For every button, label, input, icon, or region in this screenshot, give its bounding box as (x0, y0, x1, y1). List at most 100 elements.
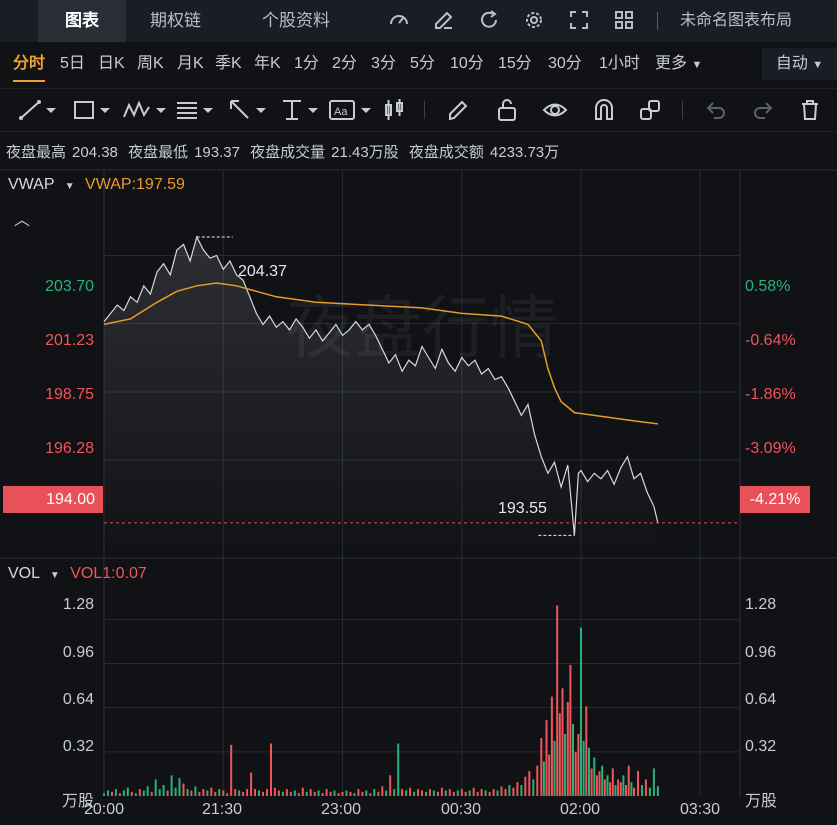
min-price-label: 193.55 (498, 500, 547, 517)
volume-bar (238, 790, 241, 796)
volume-bar (444, 790, 447, 796)
volume-bar (548, 754, 551, 796)
indicator-name: VOL (8, 565, 40, 582)
volume-bar (476, 791, 479, 796)
volume-bar (617, 779, 620, 796)
volume-bar (524, 776, 527, 796)
volume-bar (625, 785, 627, 796)
volume-bar (606, 775, 609, 796)
volume-bar (641, 785, 643, 796)
pct-axis-label: -3.09% (745, 440, 796, 457)
volume-bar (114, 789, 117, 796)
volume-bar (393, 789, 396, 796)
volume-bar (550, 696, 553, 796)
volume-bar (122, 790, 125, 796)
price-axis-label: 198.75 (45, 386, 94, 403)
volume-bar (601, 765, 604, 796)
volume-bar (111, 791, 113, 796)
volume-bar (234, 789, 237, 796)
intraday-chart[interactable]: 夜盘行情 (0, 0, 837, 825)
volume-indicator-header[interactable]: VOL ▼ VOL1:0.07 (8, 565, 147, 583)
volume-bar (381, 786, 384, 796)
volume-bar (432, 790, 435, 796)
volume-axis-label: 0.96 (745, 644, 777, 661)
volume-bar (464, 791, 467, 796)
collapse-chevron-icon[interactable]: ︿ (14, 206, 30, 230)
volume-unit-label: 万股 (61, 793, 94, 810)
volume-bar (277, 790, 280, 796)
volume-axis-label: 0.64 (745, 691, 777, 708)
volume-bar (496, 790, 499, 796)
volume-axis-label: 0.32 (745, 738, 777, 755)
volume-axis-label: 0.32 (62, 738, 94, 755)
volume-bar (528, 771, 531, 796)
price-axis-label: 203.70 (45, 278, 94, 295)
volume-bar (401, 789, 404, 796)
volume-bar (614, 785, 617, 796)
volume-bar (389, 775, 392, 796)
indicator-name: VWAP (8, 176, 55, 193)
time-axis-label: 00:30 (440, 801, 482, 818)
volume-bar (622, 775, 625, 796)
vwap-value: VWAP:197.59 (85, 176, 185, 193)
current-pct-tag: -4.21% (740, 486, 810, 513)
pct-axis-label: -0.64% (745, 332, 796, 349)
volume-bar (242, 791, 245, 796)
volume-bar (421, 790, 423, 796)
indicator-header[interactable]: VWAP ▼ VWAP:197.59 (8, 176, 185, 194)
volume-bar (357, 789, 360, 796)
volume-bar (103, 793, 105, 796)
volume-bar (532, 779, 535, 796)
volume-bar (206, 790, 209, 796)
volume-bar (162, 785, 165, 796)
time-axis-label: 20:00 (83, 801, 125, 818)
volume-bar (627, 765, 630, 796)
volume-bar (146, 786, 149, 796)
volume-bar (520, 785, 523, 796)
volume-bar (118, 793, 121, 796)
volume-bar (107, 790, 109, 796)
volume-bar (337, 793, 340, 796)
volume-unit-label: 万股 (745, 793, 778, 810)
volume-bar (333, 790, 336, 796)
volume-bar (588, 747, 590, 796)
volume-bar (598, 771, 601, 796)
volume-bar (377, 791, 380, 796)
volume-bar (564, 733, 567, 796)
volume-bar (138, 789, 141, 796)
volume-bar (230, 744, 233, 796)
volume-bar (417, 789, 419, 796)
volume-bar (619, 782, 622, 796)
volume-bar (644, 779, 647, 796)
current-pct-value: -4.21% (749, 491, 801, 508)
volume-bar (250, 772, 253, 796)
volume-bar (397, 743, 400, 796)
volume-value: VOL1:0.07 (70, 565, 147, 582)
volume-bar (428, 789, 431, 796)
volume-bar (512, 787, 515, 796)
time-axis-label: 03:30 (679, 801, 721, 818)
volume-bar (436, 791, 439, 796)
volume-bar (516, 782, 519, 796)
volume-bar (484, 790, 487, 796)
volume-bar (452, 791, 455, 796)
volume-bar (611, 768, 614, 796)
volume-bar (321, 793, 324, 796)
volume-axis-label: 0.64 (62, 691, 94, 708)
volume-bar (218, 789, 221, 796)
volume-bar (508, 785, 511, 796)
volume-bar (186, 789, 189, 796)
max-price-label: 204.37 (238, 263, 287, 280)
volume-bar (258, 790, 260, 796)
volume-bar (210, 787, 213, 796)
volume-bar (262, 791, 264, 796)
volume-bar (488, 791, 491, 796)
volume-bar (281, 791, 284, 796)
volume-bar (158, 789, 161, 796)
volume-bar (349, 791, 352, 796)
volume-bar (572, 724, 574, 796)
volume-bar (545, 720, 548, 796)
volume-bar (273, 787, 276, 796)
volume-bar (365, 790, 368, 796)
time-axis-label: 23:00 (320, 801, 362, 818)
